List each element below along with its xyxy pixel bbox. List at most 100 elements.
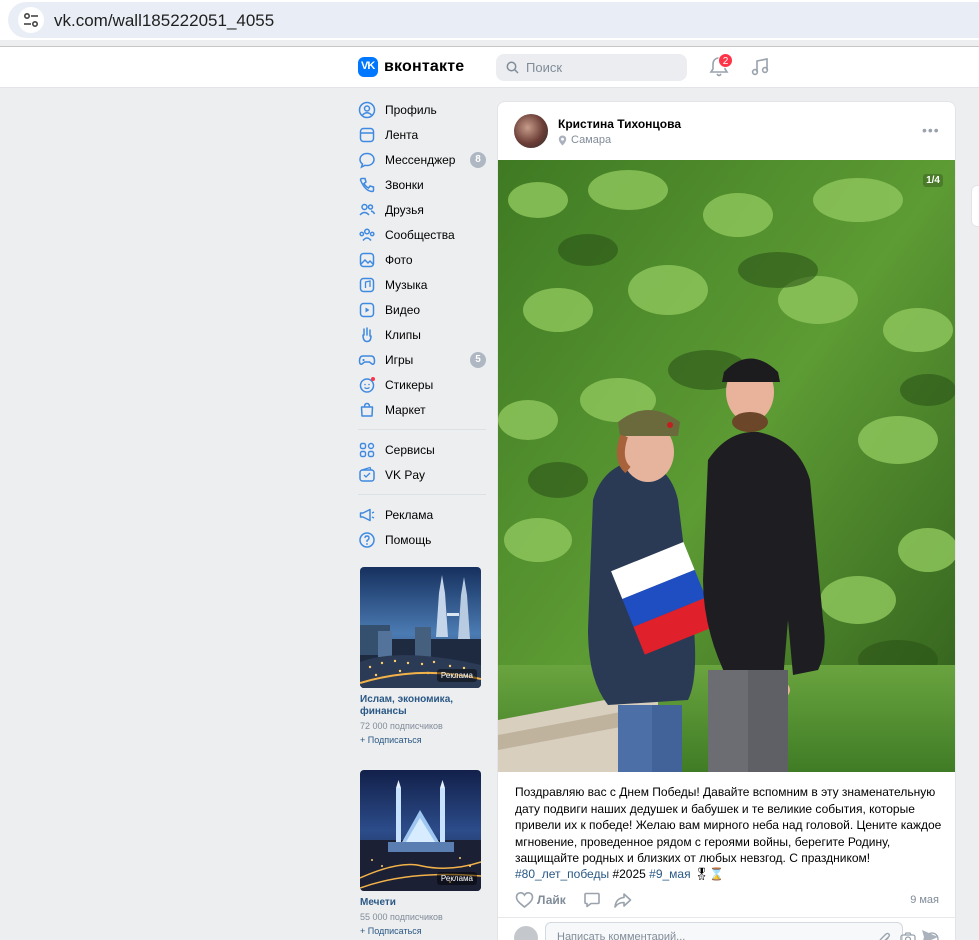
ad-subscribers: 72 000 подписчиков	[360, 721, 443, 731]
nav-label: Профиль	[385, 103, 437, 117]
messenger-icon	[359, 152, 375, 169]
photo-icon	[359, 252, 375, 268]
nav-item-services[interactable]: Сервисы	[358, 438, 486, 463]
profile-icon	[358, 101, 376, 119]
vk-logo-text: VK	[361, 60, 375, 72]
post-photo[interactable]: 1/4	[498, 160, 955, 772]
share-icon[interactable]	[613, 891, 633, 909]
nav-label: Лента	[385, 128, 419, 142]
photo-counter: 1/4	[923, 174, 943, 187]
services-icon	[359, 442, 375, 458]
vk-brand[interactable]: вконтакте	[384, 58, 464, 76]
nav-divider	[358, 494, 486, 495]
help-icon	[359, 532, 375, 548]
feed-icon	[359, 127, 375, 143]
communities-icon	[359, 228, 375, 241]
nav-item-games[interactable]: Игры 5	[358, 348, 486, 373]
hashtag-link[interactable]: #9_мая	[649, 867, 690, 881]
location-pin-icon	[558, 135, 567, 146]
phone-icon	[359, 177, 375, 193]
nav-label: Видео	[385, 303, 421, 317]
nav-label: Сообщества	[385, 228, 455, 242]
nav-label: Клипы	[385, 328, 421, 342]
wall-post: Кристина Тихонцова Самара ••• 1/4 Поздра…	[497, 101, 956, 940]
nav-item-messenger[interactable]: Мессенджер 8	[358, 148, 486, 173]
nav-divider	[358, 429, 486, 430]
nav-label: Фото	[385, 253, 413, 267]
url-field[interactable]: vk.com/wall185222051_4055	[8, 2, 979, 38]
vk-header: VK вконтакте Поиск 2	[0, 47, 979, 88]
location-text: Самара	[571, 134, 612, 146]
nav-item-vkpay[interactable]: VK Pay	[358, 463, 486, 488]
nav-label: Мессенджер	[385, 153, 456, 167]
music-icon[interactable]	[750, 57, 770, 77]
more-options-icon[interactable]: •••	[922, 122, 940, 138]
video-icon	[359, 302, 375, 318]
search-icon	[506, 61, 519, 74]
subscribe-button[interactable]: + Подписаться	[360, 735, 481, 745]
nav-label: Стикеры	[385, 378, 434, 392]
games-icon	[358, 355, 376, 365]
ad-title[interactable]: Ислам, экономика, финансы	[360, 694, 481, 718]
clips-icon	[362, 327, 372, 343]
post-location[interactable]: Самара	[558, 134, 611, 146]
ad-title[interactable]: Мечети	[360, 897, 481, 909]
tune-icon[interactable]	[18, 7, 44, 33]
browser-address-bar: vk.com/wall185222051_4055	[0, 0, 979, 40]
post-text: Поздравляю вас с Днем Победы! Давайте вс…	[515, 785, 942, 865]
like-label[interactable]: Лайк	[537, 893, 566, 907]
megaphone-icon	[359, 508, 375, 522]
market-icon	[360, 402, 374, 417]
nav-item-help[interactable]: Помощь	[358, 528, 486, 553]
ad-tag: Реклама	[436, 872, 477, 885]
hashtag-link[interactable]: #80_лет_победы	[515, 867, 609, 881]
right-panel-edge	[971, 185, 979, 227]
nav-item-friends[interactable]: Друзья	[358, 198, 486, 223]
ad-block[interactable]: Реклама Ислам, экономика, финансы 72 000…	[360, 567, 481, 745]
attach-icon[interactable]	[879, 932, 891, 940]
comment-input[interactable]: Написать комментарий...	[545, 922, 939, 940]
nav-item-music[interactable]: Музыка	[358, 273, 486, 298]
nav-item-calls[interactable]: Звонки	[358, 173, 486, 198]
nav-item-stickers[interactable]: Стикеры	[358, 373, 486, 398]
vkpay-icon	[359, 466, 375, 482]
author-avatar[interactable]	[514, 114, 548, 148]
ad-image-towers[interactable]: Реклама	[360, 567, 481, 688]
post-date[interactable]: 9 мая	[910, 894, 939, 906]
nav-label: Музыка	[385, 278, 428, 292]
left-nav: Профиль Лента Мессенджер 8 Звонки Друзья…	[358, 98, 486, 553]
music-icon	[359, 277, 375, 293]
nav-item-feed[interactable]: Лента	[358, 123, 486, 148]
nav-label: Помощь	[385, 533, 432, 547]
send-icon[interactable]	[921, 929, 939, 940]
nav-item-video[interactable]: Видео	[358, 298, 486, 323]
nav-label: VK Pay	[385, 468, 426, 482]
nav-item-profile[interactable]: Профиль	[358, 98, 486, 123]
stickers-icon	[359, 377, 375, 393]
nav-item-ads[interactable]: Реклама	[358, 503, 486, 528]
nav-item-communities[interactable]: Сообщества	[358, 223, 486, 248]
my-avatar	[514, 926, 538, 940]
nav-item-clips[interactable]: Клипы	[358, 323, 486, 348]
author-name[interactable]: Кристина Тихонцова	[558, 117, 681, 131]
post-tags: #80_лет_победы #2025 #9_мая 🎖⌛	[515, 867, 724, 881]
search-placeholder: Поиск	[526, 60, 563, 75]
camera-icon[interactable]	[900, 932, 916, 940]
heart-icon[interactable]	[515, 891, 534, 909]
ad-subscribers: 55 000 подписчиков	[360, 912, 443, 922]
comment-icon[interactable]	[583, 891, 601, 909]
subscribe-button[interactable]: + Подписаться	[360, 926, 481, 936]
nav-label: Сервисы	[385, 443, 435, 457]
vk-logo[interactable]: VK	[358, 57, 378, 77]
hashtag-text: #2025	[612, 867, 646, 881]
search-input[interactable]: Поиск	[496, 54, 687, 81]
medal-hourglass-emoji: 🎖⌛	[693, 867, 725, 881]
nav-item-photo[interactable]: Фото	[358, 248, 486, 273]
nav-label: Реклама	[385, 508, 434, 522]
ad-tag: Реклама	[436, 669, 477, 682]
nav-item-market[interactable]: Маркет	[358, 398, 486, 423]
url-text[interactable]: vk.com/wall185222051_4055	[54, 11, 274, 31]
ad-image-mosque[interactable]: Реклама	[360, 770, 481, 891]
ad-block[interactable]: Реклама Мечети 55 000 подписчиков + Подп…	[360, 770, 481, 936]
nav-label: Маркет	[385, 403, 426, 417]
